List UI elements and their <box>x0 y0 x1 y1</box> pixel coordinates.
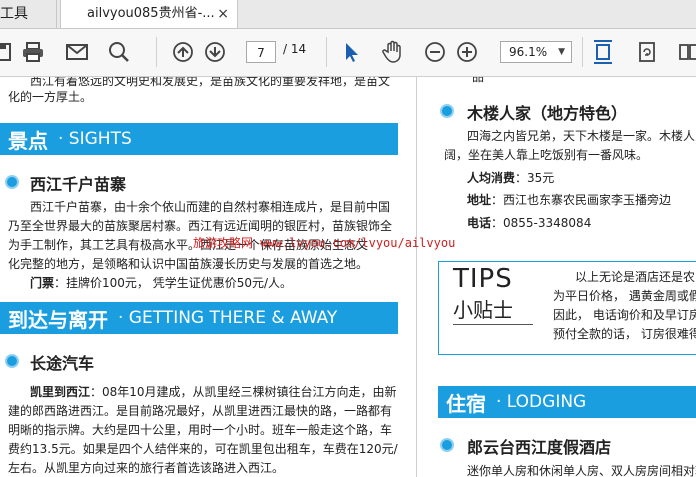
food-title: 木楼人家（地方特色） <box>467 104 628 123</box>
page-total-label: / 14 <box>283 42 307 56</box>
bus-body-line: 费约13.5元。如果是四个人结伴来的，可在凯里包出租车，车费在120元/ <box>8 442 398 456</box>
sight-title: 西江千户苗寨 <box>30 175 127 194</box>
transport-banner-en: · GETTING THERE & AWAY <box>118 308 338 328</box>
mail-icon[interactable] <box>64 39 90 65</box>
sights-banner-en: · SIGHTS <box>58 129 132 149</box>
sights-banner-cn: 景点 <box>8 128 48 153</box>
phone-line: 电话：0855-3348084 <box>467 214 591 233</box>
two-page-view-icon[interactable] <box>676 39 696 65</box>
previous-page-icon[interactable] <box>170 39 196 65</box>
page-number-input[interactable]: 7 <box>246 41 276 63</box>
column-divider <box>416 77 417 477</box>
hotel-title: 郎云台西江度假酒店 <box>467 438 612 457</box>
zoom-select[interactable]: 96.1% ▼ <box>500 41 572 63</box>
bus-lead: 凯里到西江 <box>30 385 91 399</box>
tab-tools-label: 工具 <box>0 6 28 22</box>
address-label: 地址 <box>467 193 492 207</box>
tab-tools[interactable]: 工具 <box>0 0 57 28</box>
transport-banner: 到达与离开 · GETTING THERE & AWAY <box>0 302 398 334</box>
bus-body-line: 左右。从凯里方向过来的旅行者首选该路进入西江。 <box>8 461 285 475</box>
toolbar-separator <box>326 37 327 67</box>
ticket-line: 门票：挂牌价100元， 凭学生证优惠价50元/人。 <box>30 274 292 293</box>
right-top-fragment: 一品 <box>460 77 485 84</box>
section-bullet-icon <box>5 354 19 368</box>
tips-box: TIPS 小贴士 以上无论是酒店还是农 为平日价格， 遇黄金周或假 因此， 电话… <box>438 261 696 355</box>
tips-body-line: 因此， 电话询价和及早订房 <box>553 308 696 322</box>
section-bullet-icon <box>440 104 454 118</box>
print-icon[interactable] <box>20 39 46 65</box>
toolbar: 7 / 14 96.1% ▼ <box>0 29 696 77</box>
lodging-banner-cn: 住宿 <box>446 391 486 416</box>
tips-body-line: 为平日价格， 遇黄金周或假 <box>553 289 696 303</box>
select-cursor-icon[interactable] <box>338 39 364 65</box>
bus-body-line: 凯里到西江：08年10月建成，从凯里经三棵树镇往台江方向走，由新 <box>30 383 397 402</box>
tips-en: TIPS <box>453 264 513 294</box>
fit-page-icon[interactable] <box>590 39 616 65</box>
bus-title: 长途汽车 <box>30 354 95 373</box>
ticket-value: ：挂牌价100元， 凭学生证优惠价50元/人。 <box>54 276 293 290</box>
tab-document-label: ailvyou085贵州省-... <box>87 6 215 21</box>
bus-body-line: 建的郎西路进西江。是目前路况最好，从凯里进西江最快的路，一路都有 <box>8 404 393 418</box>
sight-body-line: 化完整的地方，是领略和认识中国苗族漫长历史与发展的首选之地。 <box>8 257 369 271</box>
food-body-line: 阔，坐在美人靠上吃饭别有一番风味。 <box>444 148 649 162</box>
save-icon[interactable] <box>0 39 16 65</box>
phone-label: 电话 <box>467 216 492 230</box>
watermark-text: 旅游攻略网 www.lvyou.com/lvyou/ailvyou <box>193 236 456 250</box>
transport-banner-cn: 到达与离开 <box>8 307 108 332</box>
bus-body-first: ：08年10月建成，从凯里经三棵树镇往台江方向走，由新 <box>90 385 397 399</box>
price-value: ：35元 <box>515 171 555 185</box>
section-bullet-icon <box>440 438 454 452</box>
hotel-body-line: 迷你单人房和休闲单人房、双人房房间相对较 <box>467 464 696 477</box>
toolbar-separator <box>582 37 583 67</box>
toolbar-separator <box>156 37 157 67</box>
section-bullet-icon <box>5 175 19 189</box>
lodging-banner-en: · LODGING <box>496 392 587 412</box>
sights-banner: 景点 · SIGHTS <box>0 123 398 155</box>
tab-document[interactable]: ailvyou085贵州省-... × <box>60 0 238 28</box>
address-value: ：西江也东寨农民画家李玉播旁边 <box>491 193 672 207</box>
price-label: 人均消费 <box>467 171 516 185</box>
zoom-value: 96.1% <box>509 45 548 59</box>
tips-body-line: 以上无论是酒店还是农 <box>575 270 696 284</box>
food-body-line: 四海之内皆兄弟，天下木楼是一家。木楼人家 <box>467 129 696 143</box>
price-line: 人均消费：35元 <box>467 169 554 188</box>
lodging-banner: 住宿 · LODGING <box>438 386 696 418</box>
hand-tool-icon[interactable] <box>380 39 406 65</box>
bus-body-line: 明晰的指示牌。大约是四十公里，用时一个小时。班车一般走这个路，车 <box>8 423 393 437</box>
tips-divider <box>453 324 533 325</box>
tips-body-line: 预付全款的话， 订房很难得 <box>553 327 696 341</box>
sight-body-line: 西江千户苗寨，由十余个依山而建的自然村寨相连成片，是目前中国 <box>30 200 391 214</box>
ticket-label: 门票 <box>30 276 55 290</box>
chevron-down-icon: ▼ <box>558 47 565 57</box>
zoom-in-icon[interactable] <box>454 39 480 65</box>
search-icon[interactable] <box>106 39 132 65</box>
rotate-page-icon[interactable] <box>634 39 660 65</box>
tab-bar: 工具 ailvyou085贵州省-... × <box>0 0 696 29</box>
address-line: 地址：西江也东寨农民画家李玉播旁边 <box>467 191 671 210</box>
next-page-icon[interactable] <box>202 39 228 65</box>
tips-cn: 小贴士 <box>453 298 513 322</box>
close-tab-icon[interactable]: × <box>217 0 229 28</box>
phone-value: ：0855-3348084 <box>491 216 592 230</box>
document-viewport[interactable]: 西江有着悠远的文明史和发展史，是苗族文化的重要发祥地，是苗文 化的一方厚土。 景… <box>0 77 696 477</box>
intro-text-line: 化的一方厚土。 <box>8 90 93 104</box>
zoom-out-icon[interactable] <box>422 39 448 65</box>
